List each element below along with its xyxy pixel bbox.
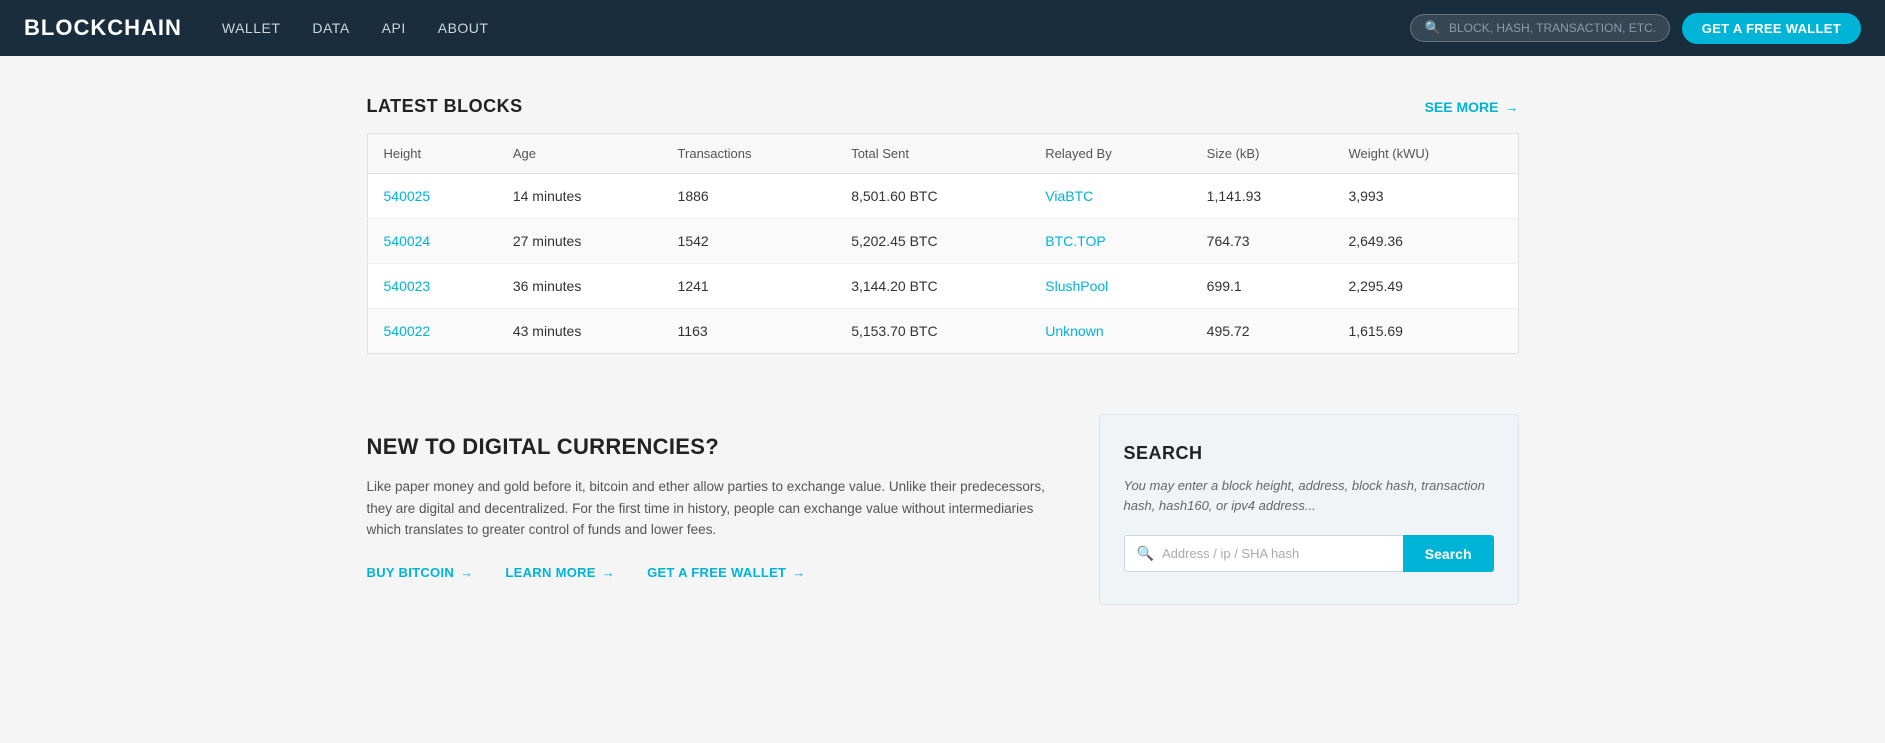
table-row: 540023 36 minutes 1241 3,144.20 BTC Slus… xyxy=(367,264,1518,309)
cell-relayed-by: SlushPool xyxy=(1029,264,1190,309)
get-free-wallet-label: GET A FREE WALLET xyxy=(647,565,786,580)
cell-total-sent: 3,144.20 BTC xyxy=(835,264,1029,309)
relayed-by-link[interactable]: Unknown xyxy=(1045,323,1103,339)
new-to-crypto-section: NEW TO DIGITAL CURRENCIES? Like paper mo… xyxy=(367,414,1059,605)
cell-age: 14 minutes xyxy=(497,174,662,219)
buy-bitcoin-arrow: → xyxy=(460,565,473,580)
cell-weight: 2,295.49 xyxy=(1332,264,1518,309)
cell-age: 27 minutes xyxy=(497,219,662,264)
cell-height: 540023 xyxy=(367,264,497,309)
buy-bitcoin-link[interactable]: BUY BITCOIN → xyxy=(367,565,474,580)
see-more-link[interactable]: SEE MORE → xyxy=(1425,99,1519,115)
crypto-links: BUY BITCOIN → LEARN MORE → GET A FREE WA… xyxy=(367,565,1059,580)
cell-transactions: 1241 xyxy=(662,264,836,309)
section-header: LATEST BLOCKS SEE MORE → xyxy=(367,96,1519,117)
learn-more-arrow: → xyxy=(602,565,615,580)
table-row: 540022 43 minutes 1163 5,153.70 BTC Unkn… xyxy=(367,309,1518,354)
cell-age: 36 minutes xyxy=(497,264,662,309)
col-age: Age xyxy=(497,134,662,174)
search-section-desc: You may enter a block height, address, b… xyxy=(1124,476,1494,515)
search-input-wrapper: 🔍 xyxy=(1124,535,1403,572)
table-row: 540024 27 minutes 1542 5,202.45 BTC BTC.… xyxy=(367,219,1518,264)
cell-total-sent: 5,202.45 BTC xyxy=(835,219,1029,264)
cell-weight: 2,649.36 xyxy=(1332,219,1518,264)
navbar: BLOCKCHAIN WALLET DATA API ABOUT 🔍 GET A… xyxy=(0,0,1885,56)
cell-size: 1,141.93 xyxy=(1191,174,1333,219)
col-size: Size (kB) xyxy=(1191,134,1333,174)
new-to-crypto-text: Like paper money and gold before it, bit… xyxy=(367,476,1059,541)
cell-size: 764.73 xyxy=(1191,219,1333,264)
block-height-link[interactable]: 540022 xyxy=(384,323,431,339)
col-relayed-by: Relayed By xyxy=(1029,134,1190,174)
cell-size: 495.72 xyxy=(1191,309,1333,354)
section-title: LATEST BLOCKS xyxy=(367,96,523,117)
buy-bitcoin-label: BUY BITCOIN xyxy=(367,565,455,580)
table-row: 540025 14 minutes 1886 8,501.60 BTC ViaB… xyxy=(367,174,1518,219)
learn-more-link[interactable]: LEARN MORE → xyxy=(505,565,615,580)
cell-relayed-by: ViaBTC xyxy=(1029,174,1190,219)
search-magnifier-icon: 🔍 xyxy=(1137,545,1154,562)
nav-data[interactable]: DATA xyxy=(312,20,349,36)
nav-wallet[interactable]: WALLET xyxy=(222,20,281,36)
nav-logo: BLOCKCHAIN xyxy=(24,15,182,41)
relayed-by-link[interactable]: SlushPool xyxy=(1045,278,1108,294)
cell-transactions: 1886 xyxy=(662,174,836,219)
get-free-wallet-arrow: → xyxy=(792,565,805,580)
cell-relayed-by: Unknown xyxy=(1029,309,1190,354)
see-more-label: SEE MORE xyxy=(1425,99,1499,115)
cell-total-sent: 8,501.60 BTC xyxy=(835,174,1029,219)
nav-search-icon: 🔍 xyxy=(1425,20,1441,36)
cell-weight: 1,615.69 xyxy=(1332,309,1518,354)
cell-height: 540024 xyxy=(367,219,497,264)
cell-height: 540022 xyxy=(367,309,497,354)
learn-more-label: LEARN MORE xyxy=(505,565,595,580)
cell-transactions: 1542 xyxy=(662,219,836,264)
latest-blocks-section: LATEST BLOCKS SEE MORE → Height Age Tran… xyxy=(367,96,1519,354)
search-input[interactable] xyxy=(1162,536,1391,571)
col-total-sent: Total Sent xyxy=(835,134,1029,174)
nav-about[interactable]: ABOUT xyxy=(438,20,489,36)
block-height-link[interactable]: 540025 xyxy=(384,188,431,204)
nav-search-box[interactable]: 🔍 xyxy=(1410,14,1670,42)
main-content: LATEST BLOCKS SEE MORE → Height Age Tran… xyxy=(343,56,1543,665)
cell-weight: 3,993 xyxy=(1332,174,1518,219)
see-more-arrow: → xyxy=(1505,99,1519,115)
nav-links: WALLET DATA API ABOUT xyxy=(222,20,1410,36)
get-wallet-button[interactable]: GET A FREE WALLET xyxy=(1682,13,1861,44)
nav-right: 🔍 GET A FREE WALLET xyxy=(1410,13,1861,44)
bottom-section: NEW TO DIGITAL CURRENCIES? Like paper mo… xyxy=(367,414,1519,605)
col-height: Height xyxy=(367,134,497,174)
cell-size: 699.1 xyxy=(1191,264,1333,309)
get-free-wallet-link[interactable]: GET A FREE WALLET → xyxy=(647,565,806,580)
block-height-link[interactable]: 540024 xyxy=(384,233,431,249)
search-input-row: 🔍 Search xyxy=(1124,535,1494,572)
search-section-title: SEARCH xyxy=(1124,443,1494,464)
relayed-by-link[interactable]: BTC.TOP xyxy=(1045,233,1105,249)
block-height-link[interactable]: 540023 xyxy=(384,278,431,294)
new-to-crypto-title: NEW TO DIGITAL CURRENCIES? xyxy=(367,434,1059,460)
search-button[interactable]: Search xyxy=(1403,535,1494,572)
relayed-by-link[interactable]: ViaBTC xyxy=(1045,188,1093,204)
cell-height: 540025 xyxy=(367,174,497,219)
nav-search-input[interactable] xyxy=(1449,21,1655,35)
cell-age: 43 minutes xyxy=(497,309,662,354)
search-section: SEARCH You may enter a block height, add… xyxy=(1099,414,1519,605)
cell-total-sent: 5,153.70 BTC xyxy=(835,309,1029,354)
cell-relayed-by: BTC.TOP xyxy=(1029,219,1190,264)
blocks-table: Height Age Transactions Total Sent Relay… xyxy=(367,133,1519,354)
nav-api[interactable]: API xyxy=(382,20,406,36)
col-weight: Weight (kWU) xyxy=(1332,134,1518,174)
col-transactions: Transactions xyxy=(662,134,836,174)
table-header-row: Height Age Transactions Total Sent Relay… xyxy=(367,134,1518,174)
cell-transactions: 1163 xyxy=(662,309,836,354)
